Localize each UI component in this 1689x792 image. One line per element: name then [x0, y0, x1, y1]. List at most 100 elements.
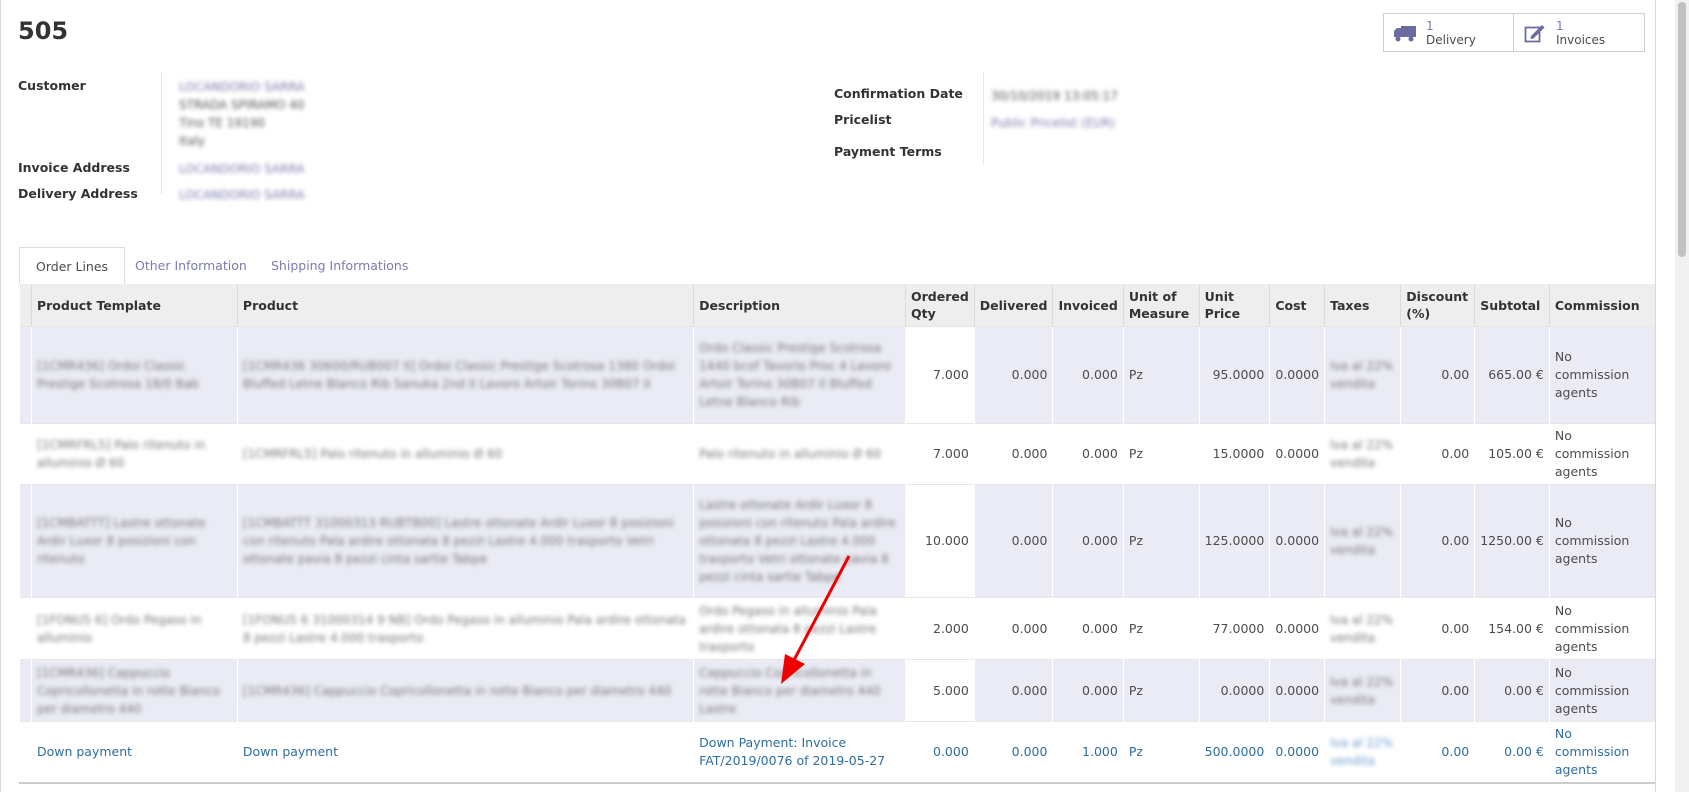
header-description[interactable]: Description: [693, 284, 906, 327]
cell-commission[interactable]: No commission agents: [1548, 484, 1655, 598]
cell-description[interactable]: Cappuccio Copricollonetta in rotte Bianc…: [693, 659, 906, 722]
pricelist-value[interactable]: Public Pricelist (EUR): [991, 116, 1115, 130]
cell-commission[interactable]: No commission agents: [1548, 326, 1655, 424]
cell-product[interactable]: [1FONU5 6 31000314 9 NB] Ordo Pegaso in …: [236, 597, 694, 660]
header-commission[interactable]: Commission: [1548, 284, 1655, 327]
cell-cost[interactable]: 0.0000: [1269, 484, 1325, 598]
cell-taxes[interactable]: Iva al 22% vendita: [1324, 597, 1401, 660]
cell-unit-price[interactable]: 0.0000: [1198, 659, 1270, 722]
tab-other-information[interactable]: Other Information: [119, 247, 263, 284]
cell-taxes[interactable]: Iva al 22% vendita: [1324, 484, 1401, 598]
cell-product-template[interactable]: Down payment: [30, 721, 238, 784]
cell-product-template[interactable]: [1CMR436] Cappuccio Copricollonetta in r…: [30, 659, 238, 722]
cell-product[interactable]: [1CMBATTT 31000313 RUBTB00] Lastre otton…: [236, 484, 694, 598]
header-delivered[interactable]: Delivered: [973, 284, 1053, 327]
scrollbar-thumb[interactable]: [1678, 2, 1686, 257]
cell-ordered-qty[interactable]: 10.000: [904, 484, 975, 598]
cell-cost[interactable]: 0.0000: [1269, 423, 1325, 485]
cell-discount[interactable]: 0.00: [1400, 326, 1475, 424]
cell-uom[interactable]: Pz: [1122, 484, 1200, 598]
cell-taxes[interactable]: Iva al 22% vendita: [1324, 721, 1401, 784]
vertical-scrollbar[interactable]: [1675, 0, 1689, 792]
tab-order-lines[interactable]: Order Lines: [19, 247, 126, 285]
cell-taxes[interactable]: Iva al 22% vendita: [1324, 659, 1401, 722]
cell-product[interactable]: [1CMR436 30600/RUB007 II] Ordoi Classic …: [236, 326, 694, 424]
table-row[interactable]: [1CMR436] Ordoi Classic Prestige Scotros…: [19, 326, 1655, 424]
cell-description[interactable]: Ordo Classic Prestige Scotrosa 1440 bcof…: [693, 326, 906, 424]
table-row[interactable]: [1CMR436] Cappuccio Copricollonetta in r…: [19, 659, 1655, 722]
cell-commission[interactable]: No commission agents: [1548, 597, 1655, 660]
cell-product-template[interactable]: [1CMBATTT] Lastre ottonate Ardir Luxor 8…: [30, 484, 238, 598]
cell-ordered-qty[interactable]: 2.000: [904, 597, 975, 660]
cell-ordered-qty[interactable]: 5.000: [904, 659, 975, 722]
invoice-address-value[interactable]: LOCANDORIO SARRA: [179, 162, 305, 176]
cell-invoiced[interactable]: 0.000: [1052, 597, 1124, 660]
header-subtotal[interactable]: Subtotal: [1474, 284, 1550, 327]
header-unit-price[interactable]: Unit Price: [1198, 284, 1270, 327]
cell-cost[interactable]: 0.0000: [1269, 721, 1325, 784]
cell-discount[interactable]: 0.00: [1400, 597, 1475, 660]
cell-cost[interactable]: 0.0000: [1269, 659, 1325, 722]
cell-commission[interactable]: No commission agents: [1548, 423, 1655, 485]
cell-uom[interactable]: Pz: [1122, 659, 1200, 722]
cell-product-template[interactable]: [1FONU5 6] Ordo Pegaso in alluminio: [30, 597, 238, 660]
cell-product-template[interactable]: [1CMR436] Ordoi Classic Prestige Scotros…: [30, 326, 238, 424]
cell-discount[interactable]: 0.00: [1400, 721, 1475, 784]
cell-description[interactable]: Lastre ottonate Ardir Luxor 8 posizioni …: [693, 484, 906, 598]
cell-description[interactable]: Down Payment: Invoice FAT/2019/0076 of 2…: [693, 721, 906, 784]
cell-discount[interactable]: 0.00: [1400, 484, 1475, 598]
cell-delivered[interactable]: 0.000: [973, 484, 1053, 598]
cell-delivered[interactable]: 0.000: [973, 721, 1053, 784]
delivery-smart-button[interactable]: 1 Delivery: [1383, 13, 1514, 52]
delivery-address-value[interactable]: LOCANDORIO SARRA: [179, 188, 305, 202]
cell-delivered[interactable]: 0.000: [973, 326, 1053, 424]
header-product[interactable]: Product: [236, 284, 694, 327]
cell-invoiced[interactable]: 0.000: [1052, 326, 1124, 424]
cell-ordered-qty[interactable]: 0.000: [904, 721, 975, 784]
cell-uom[interactable]: Pz: [1122, 326, 1200, 424]
cell-uom[interactable]: Pz: [1122, 721, 1200, 784]
cell-unit-price[interactable]: 15.0000: [1198, 423, 1270, 485]
cell-uom[interactable]: Pz: [1122, 597, 1200, 660]
table-row[interactable]: [1CMBATTT] Lastre ottonate Ardir Luxor 8…: [19, 484, 1655, 598]
header-unit-of-measure[interactable]: Unit of Measure: [1122, 284, 1200, 327]
cell-unit-price[interactable]: 95.0000: [1198, 326, 1270, 424]
header-taxes[interactable]: Taxes: [1324, 284, 1401, 327]
cell-delivered[interactable]: 0.000: [973, 659, 1053, 722]
table-row[interactable]: [1CMRFRL5] Palo ritenuto in alluminio Ø …: [19, 423, 1655, 485]
header-cost[interactable]: Cost: [1269, 284, 1325, 327]
cell-discount[interactable]: 0.00: [1400, 659, 1475, 722]
cell-delivered[interactable]: 0.000: [973, 423, 1053, 485]
header-discount[interactable]: Discount (%): [1400, 284, 1475, 327]
cell-product[interactable]: [1CMR436] Cappuccio Copricollonetta in r…: [236, 659, 694, 722]
cell-cost[interactable]: 0.0000: [1269, 597, 1325, 660]
customer-name[interactable]: LOCANDORIO SARRA: [179, 80, 305, 94]
cell-product[interactable]: [1CMRFRL5] Palo ritenuto in alluminio Ø …: [236, 423, 694, 485]
table-row-down-payment[interactable]: Down payment Down payment Down Payment: …: [19, 721, 1655, 784]
cell-invoiced[interactable]: 0.000: [1052, 423, 1124, 485]
cell-delivered[interactable]: 0.000: [973, 597, 1053, 660]
header-invoiced[interactable]: Invoiced: [1052, 284, 1124, 327]
table-row[interactable]: [1FONU5 6] Ordo Pegaso in alluminio [1FO…: [19, 597, 1655, 660]
cell-commission[interactable]: No commission agents: [1548, 721, 1655, 784]
invoices-smart-button[interactable]: 1 Invoices: [1514, 13, 1645, 52]
cell-ordered-qty[interactable]: 7.000: [904, 423, 975, 485]
cell-discount[interactable]: 0.00: [1400, 423, 1475, 485]
cell-uom[interactable]: Pz: [1122, 423, 1200, 485]
cell-invoiced[interactable]: 0.000: [1052, 659, 1124, 722]
cell-product-template[interactable]: [1CMRFRL5] Palo ritenuto in alluminio Ø …: [30, 423, 238, 485]
cell-unit-price[interactable]: 125.0000: [1198, 484, 1270, 598]
cell-cost[interactable]: 0.0000: [1269, 326, 1325, 424]
cell-taxes[interactable]: Iva al 22% vendita: [1324, 326, 1401, 424]
cell-commission[interactable]: No commission agents: [1548, 659, 1655, 722]
header-product-template[interactable]: Product Template: [30, 284, 238, 327]
cell-taxes[interactable]: Iva al 22% vendita: [1324, 423, 1401, 485]
cell-ordered-qty[interactable]: 7.000: [904, 326, 975, 424]
cell-unit-price[interactable]: 77.0000: [1198, 597, 1270, 660]
tab-shipping-informations[interactable]: Shipping Informations: [255, 247, 424, 284]
cell-invoiced[interactable]: 1.000: [1052, 721, 1124, 784]
cell-product[interactable]: Down payment: [236, 721, 694, 784]
cell-description[interactable]: Ordo Pegaso in alluminio Pala ardire ott…: [693, 597, 906, 660]
cell-description[interactable]: Palo ritenuto in alluminio Ø 60: [693, 423, 906, 485]
cell-unit-price[interactable]: 500.0000: [1198, 721, 1270, 784]
